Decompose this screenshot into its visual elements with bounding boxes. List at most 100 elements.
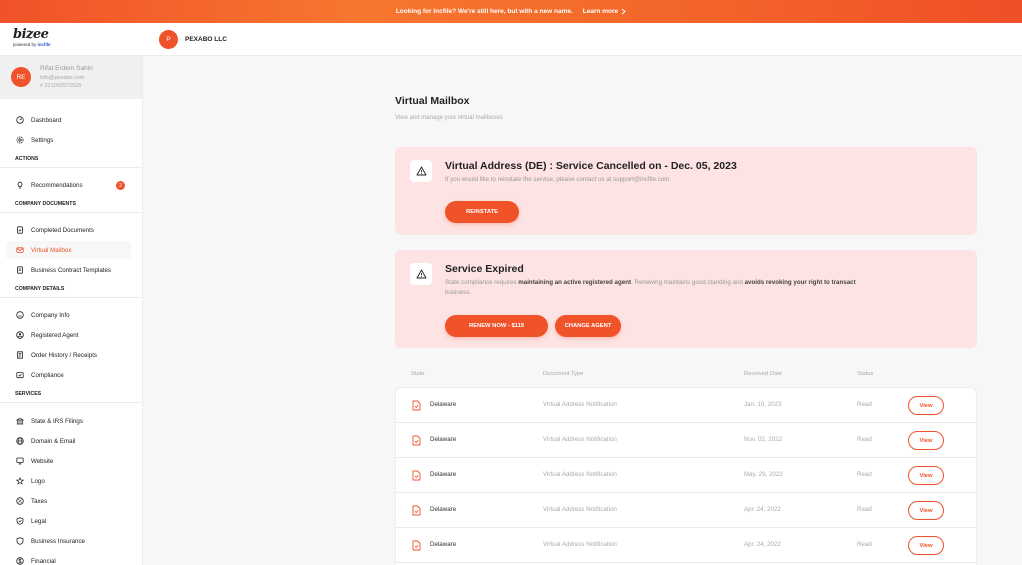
sidebar-item-legal[interactable]: Legal [0,512,143,530]
user-profile: RE Rifat Erdem Sahin info@pexabo.com # 2… [0,56,142,99]
reinstate-button[interactable]: REINSTATE [445,201,519,223]
sidebar-item-label: Logo [31,477,45,485]
sidebar-item-domain-email[interactable]: Domain & Email [0,432,143,450]
view-button[interactable]: View [908,466,944,485]
document-icon [412,400,421,411]
renew-now-button[interactable]: RENEW NOW - $119 [445,315,548,337]
sidebar-item-label: Compliance [31,371,64,379]
document-check-icon [17,226,23,234]
view-button[interactable]: View [908,501,944,520]
expired-body-text: . Renewing maintains good standing and [631,279,745,286]
expired-body-text: . [469,289,472,296]
sidebar-item-label: Business Contract Templates [31,266,112,274]
mail-table: Delaware Virtual Address Notification Ja… [395,387,977,565]
sidebar-item-label: Domain & Email [31,437,76,445]
sidebar-item-business-insurance[interactable]: Business Insurance [0,532,143,550]
learn-more-label: Learn more [582,8,619,15]
sidebar-item-label: Virtual Mailbox [31,246,72,254]
sidebar-item-logo[interactable]: Logo [0,472,143,490]
page-subtitle: View and manage your virtual mailboxes [395,115,503,121]
lightbulb-icon [17,181,23,189]
sidebar-item-website[interactable]: Website [0,452,143,470]
row-state: Delaware [430,506,457,513]
user-email: info@pexabo.com [40,75,85,81]
sidebar-item-dashboard[interactable]: Dashboard [0,111,143,129]
row-document-type: Virtual Address Notification [543,401,617,408]
page-title: Virtual Mailbox [395,95,470,107]
gear-icon [16,136,24,144]
document-icon [412,470,421,481]
user-id: # 221092972525 [40,83,82,89]
sidebar-item-order-history[interactable]: Order History / Receipts [0,346,143,364]
sidebar-item-label: Dashboard [31,116,62,124]
sidebar-item-settings[interactable]: Settings [0,131,143,149]
globe-icon [16,437,24,445]
row-status: Read [857,436,872,443]
sidebar-item-compliance[interactable]: Compliance [0,366,143,384]
cancelled-alert-title: Virtual Address (DE) : Service Cancelled… [445,160,737,172]
company-avatar: P [159,30,178,49]
sidebar-item-taxes[interactable]: Taxes [0,492,143,510]
sidebar-item-label: Taxes [31,497,48,505]
row-document-type: Virtual Address Notification [543,541,617,548]
bank-icon [16,417,24,425]
row-state: Delaware [430,471,457,478]
sidebar-item-label: Financial [31,557,56,565]
column-header-state: State [411,371,425,377]
sidebar-item-business-contract-templates[interactable]: Business Contract Templates [0,261,143,279]
change-agent-button[interactable]: CHANGE AGENT [555,315,621,337]
sidebar-item-label: Settings [31,136,54,144]
sidebar-item-registered-agent[interactable]: Registered Agent [0,326,143,344]
logo-wordmark: bizee [13,27,49,42]
mailbox-icon [16,247,24,253]
brand-logo[interactable]: bizee powered by incfile [13,27,51,47]
row-document-type: Virtual Address Notification [543,436,617,443]
sidebar-item-financial[interactable]: Financial [0,552,143,565]
learn-more-link[interactable]: Learn more [583,8,626,15]
user-name: Rifat Erdem Sahin [40,65,93,72]
contract-icon [17,266,23,274]
main-content: Virtual Mailbox View and manage your vir… [143,56,1022,565]
section-header-actions: ACTIONS [0,156,143,168]
company-switcher[interactable]: P PEXABO LLC [159,30,227,49]
table-row: Delaware Virtual Address Notification Ja… [396,388,976,423]
view-button[interactable]: View [908,536,944,555]
shield-icon [16,537,24,545]
sidebar-item-completed-documents[interactable]: Completed Documents [0,221,143,239]
announcement-banner: Looking for Incfile? We're still here, b… [0,0,1022,23]
document-icon [412,540,421,551]
sidebar-item-label: Business Insurance [31,537,85,545]
sidebar-item-label: State & IRS Filings [31,417,83,425]
row-state: Delaware [430,436,457,443]
percent-icon [16,497,24,505]
section-header-company-details: COMPANY DETAILS [0,286,143,298]
sidebar-item-state-irs-filings[interactable]: State & IRS Filings [0,412,143,430]
column-header-status: Status [857,371,874,377]
top-bar: bizee powered by incfile P PEXABO LLC [0,23,1022,56]
expired-alert-title: Service Expired [445,263,524,275]
warning-icon [410,160,432,182]
expired-alert-body: State compliance requires maintaining an… [445,278,945,298]
table-row: Delaware Virtual Address Notification No… [396,423,976,458]
sidebar-item-company-info[interactable]: Company Info [0,306,143,324]
user-circle-icon [16,331,24,339]
sidebar-item-label: Order History / Receipts [31,351,98,359]
receipt-icon [17,351,23,359]
sidebar: RE Rifat Erdem Sahin info@pexabo.com # 2… [0,56,143,565]
sidebar-item-virtual-mailbox[interactable]: Virtual Mailbox [6,241,131,259]
expired-body-emphasis: avoids revoking your right to transact [744,279,856,286]
row-state: Delaware [430,541,457,548]
view-button[interactable]: View [908,396,944,415]
powered-by-text: powered by incfile [13,42,51,47]
powered-by-brand: incfile [37,42,51,47]
sidebar-item-recommendations[interactable]: Recommendations 2 [0,176,143,194]
row-received-date: Jan. 10, 2023 [744,401,782,408]
sidebar-item-label: Completed Documents [31,226,94,234]
sidebar-item-label: Website [31,457,54,465]
row-received-date: Apr. 24, 2022 [744,506,781,513]
row-state: Delaware [430,401,457,408]
dollar-icon [16,557,24,565]
banner-message: Looking for Incfile? We're still here, b… [395,8,573,15]
view-button[interactable]: View [908,431,944,450]
dashboard-icon [16,116,24,124]
